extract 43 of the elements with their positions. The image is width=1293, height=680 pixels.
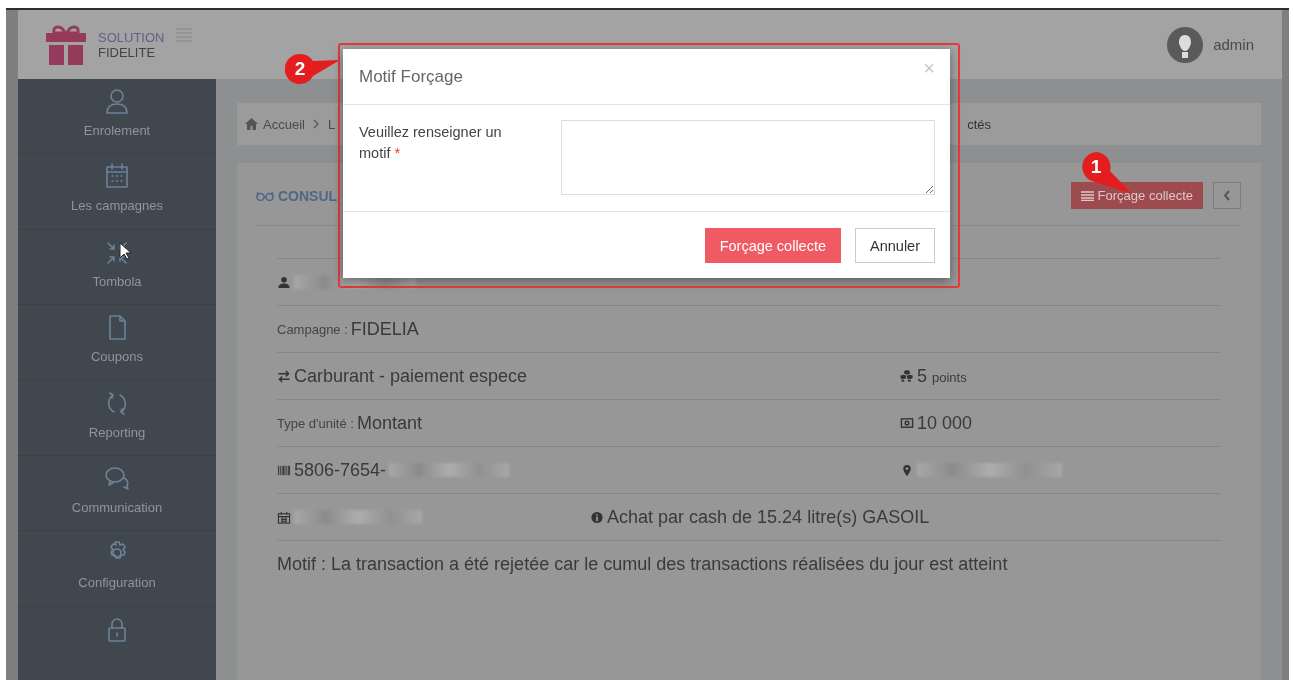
field-value: 10 000 — [917, 412, 973, 434]
close-button[interactable]: × — [923, 57, 935, 80]
callout-marker: 2 — [285, 53, 341, 85]
brand-name: FIDELITE — [98, 44, 157, 60]
reason-text-area[interactable] — [561, 120, 935, 195]
calendar-icon — [104, 162, 130, 191]
field-value: Montant — [356, 412, 422, 434]
field-value: Motif : La transaction a été rejetée car le cumul des transactions réalisées du jour est atteint — [277, 553, 1008, 575]
breadcrumb-text: ctés — [967, 116, 991, 132]
field-value: 5806-7654- — [294, 459, 387, 481]
chevron-icon — [312, 119, 320, 129]
user-icon — [277, 275, 291, 289]
field-value: 5 — [917, 365, 927, 387]
glasses-icon — [256, 190, 274, 201]
banknote-icon — [900, 416, 914, 430]
force-collect-button[interactable]: Forçage collecte — [704, 228, 841, 263]
calendar-icon — [277, 510, 291, 524]
user-name[interactable]: admin — [1213, 36, 1254, 53]
location-pin-icon — [900, 463, 914, 477]
avatar-icon[interactable] — [1167, 26, 1204, 63]
field-value: Carburant - paiement espece — [294, 365, 528, 387]
list-icon — [1080, 190, 1094, 201]
field-label: Campagne : — [277, 321, 348, 337]
field-value: FIDELIA — [350, 318, 419, 340]
field-label: Veuillez renseigner un motif * — [359, 123, 503, 163]
mouse-pointer-icon — [119, 242, 132, 260]
back-button[interactable] — [1213, 182, 1241, 209]
info-icon — [590, 510, 604, 524]
page-heading: CONSUL — [278, 187, 338, 204]
cancel-button[interactable]: Annuler — [855, 228, 935, 263]
field-value: Achat par cash de 15.24 litre(s) GASOIL — [607, 506, 930, 528]
unit-label: points — [932, 369, 967, 387]
brand-name: SOLUTION — [98, 29, 165, 45]
dialog-title: Motif Forçage — [359, 66, 463, 87]
breadcrumb-link[interactable]: L — [327, 116, 336, 132]
cubes-icon — [900, 369, 914, 383]
breadcrumb-link[interactable]: Accueil — [263, 116, 305, 132]
chevron-left-icon — [1223, 190, 1231, 201]
exchange-arrows-icon — [277, 369, 291, 383]
field-label: Type d'unité : — [277, 415, 354, 431]
user-icon — [104, 87, 130, 115]
home-icon — [245, 118, 258, 130]
barcode-icon — [277, 463, 291, 477]
